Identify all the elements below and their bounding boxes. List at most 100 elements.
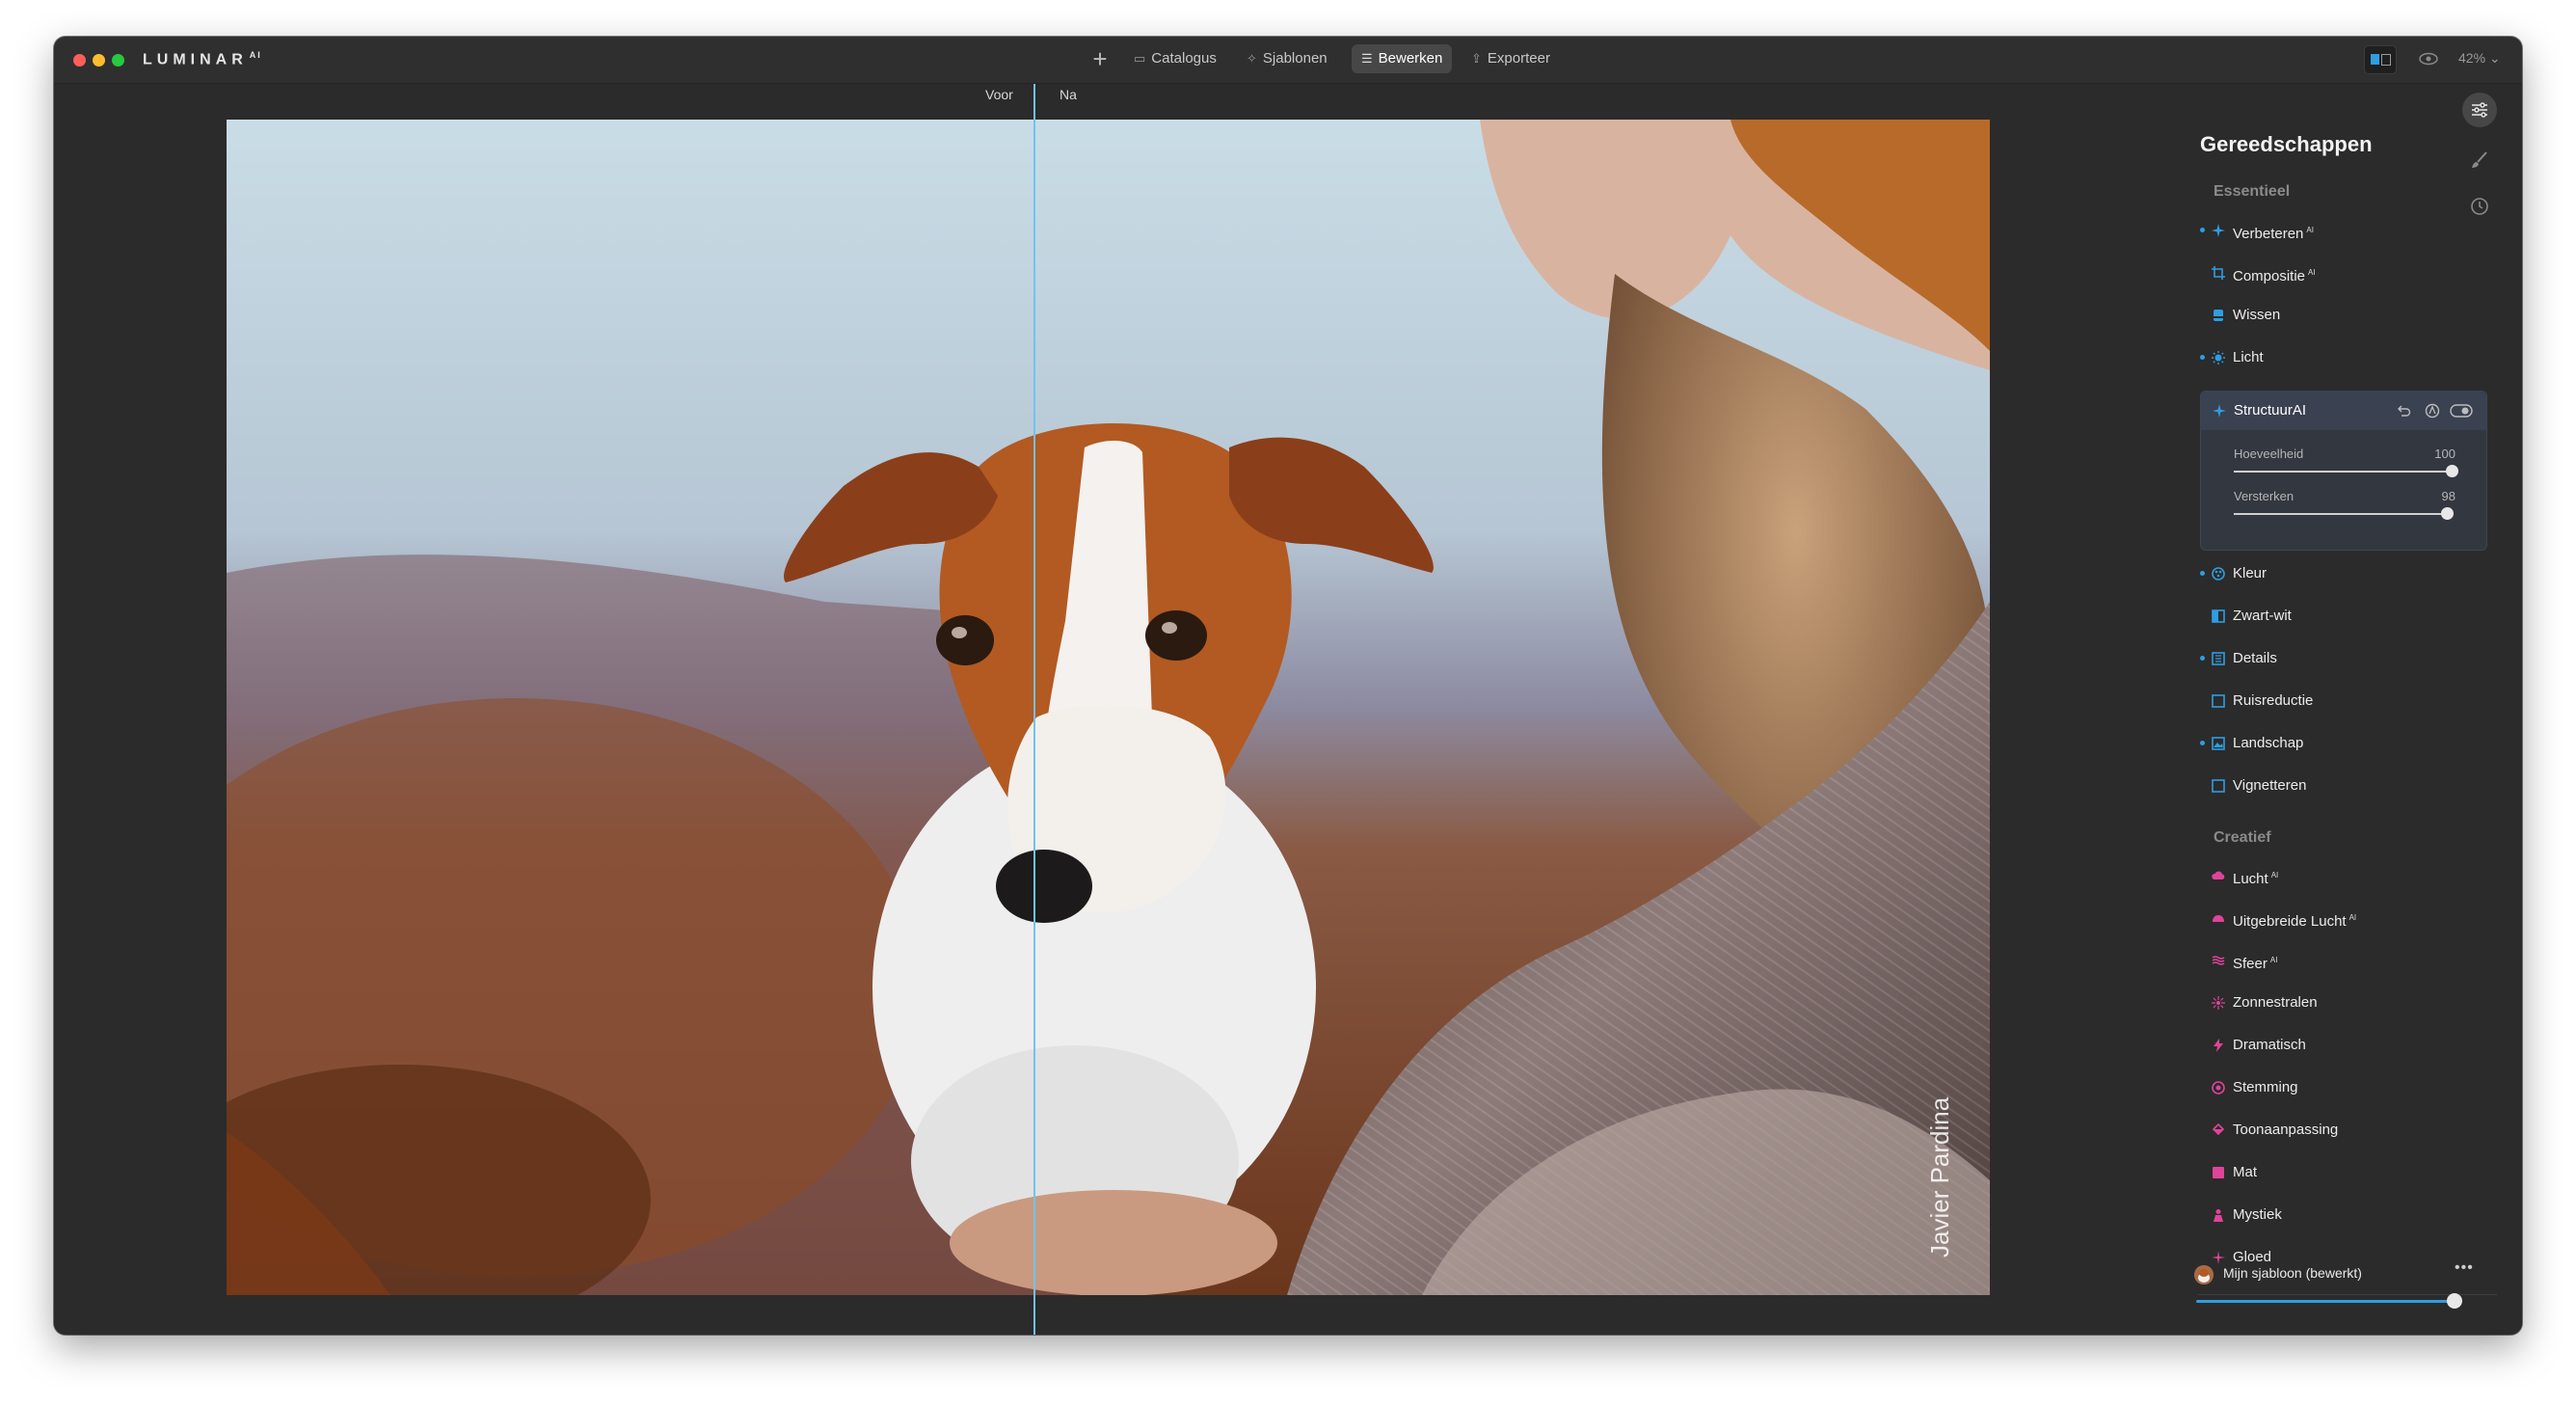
tool-label: Mystiek: [2233, 1206, 2282, 1223]
tool-verbeteren[interactable]: Verbeteren AI: [2200, 216, 2489, 245]
tool-compositie[interactable]: Compositie AI: [2200, 258, 2489, 287]
add-photos-button[interactable]: +: [1086, 44, 1114, 73]
tool-wissen[interactable]: Wissen: [2200, 301, 2489, 330]
tool-toonaanpassing[interactable]: Toonaanpassing: [2200, 1116, 2489, 1145]
tool-lucht[interactable]: Lucht AI: [2200, 861, 2489, 890]
auto-mask-icon[interactable]: [2425, 403, 2440, 419]
ai-badge: AI: [2269, 956, 2278, 964]
crop-icon: [2212, 266, 2225, 280]
photo-image: Javier Pardina: [227, 120, 1990, 1295]
sparkle-icon: ✧: [1247, 51, 1257, 66]
tab-label: Exporteer: [1487, 50, 1550, 67]
tool-label: Wissen: [2233, 307, 2281, 323]
tab-label: Bewerken: [1378, 50, 1443, 67]
minimize-window-button[interactable]: [93, 54, 105, 67]
tool-label: Compositie: [2233, 268, 2306, 284]
slider-knob[interactable]: [2446, 465, 2458, 477]
tool-label: Zwart-wit: [2233, 608, 2292, 624]
sliders-icon: ☰: [1361, 51, 1373, 66]
vignette-icon: [2212, 779, 2225, 793]
tools-panel-button[interactable]: [2462, 93, 2497, 127]
tool-stemming[interactable]: Stemming: [2200, 1073, 2489, 1102]
expand-dot: [2200, 656, 2205, 661]
ai-badge: AI: [2292, 402, 2307, 419]
tool-label: Details: [2233, 650, 2277, 666]
slider-versterken[interactable]: [2234, 507, 2455, 520]
zoom-window-button[interactable]: [112, 54, 124, 67]
local-masking-button[interactable]: [2462, 143, 2497, 177]
template-name: Mijn sjabloon (bewerkt): [2223, 1265, 2362, 1281]
slider-knob[interactable]: [2441, 507, 2455, 520]
tool-mystiek[interactable]: Mystiek: [2200, 1201, 2489, 1230]
tool-label: Sfeer: [2233, 956, 2267, 972]
tool-mat[interactable]: Mat: [2200, 1158, 2489, 1187]
tool-label: Licht: [2233, 349, 2264, 365]
tool-label: Lucht: [2233, 871, 2268, 887]
tool-label: Uitgebreide Lucht: [2233, 913, 2347, 930]
tool-dramatisch[interactable]: Dramatisch: [2200, 1031, 2489, 1060]
structure-icon: [2213, 404, 2226, 418]
tool-vignetteren[interactable]: Vignetteren: [2200, 771, 2489, 800]
eraser-icon: [2214, 310, 2223, 321]
tool-kleur[interactable]: Kleur: [2200, 559, 2489, 588]
tool-label: Vignetteren: [2233, 777, 2307, 794]
palette-icon: [2212, 567, 2225, 581]
before-after-divider[interactable]: [1033, 84, 1035, 1335]
bucket-icon: [2212, 1123, 2225, 1136]
section-essentieel: Essentieel: [2214, 183, 2291, 200]
waves-icon: [2212, 956, 2225, 965]
after-label: Na: [1060, 87, 1077, 102]
tool-structuur[interactable]: StructuurAI: [2201, 392, 2486, 430]
zoom-dropdown[interactable]: 42% ⌄: [2458, 50, 2501, 67]
tool-zonnestralen[interactable]: Zonnestralen: [2200, 988, 2489, 1017]
tool-label: Mat: [2233, 1164, 2258, 1180]
section-creatief: Creatief: [2214, 829, 2271, 846]
bolt-icon: [2214, 1039, 2223, 1052]
slider-hoeveelheid[interactable]: [2234, 465, 2458, 477]
tab-catalogus[interactable]: ▭ Catalogus: [1124, 44, 1226, 73]
tool-zwart-wit[interactable]: Zwart-wit: [2200, 602, 2489, 631]
slider-label-versterken: Versterken: [2234, 489, 2294, 503]
template-row[interactable]: Mijn sjabloon (bewerkt) •••: [2194, 1257, 2503, 1290]
mystic-icon: [2214, 1209, 2223, 1222]
history-button[interactable]: [2462, 189, 2497, 224]
tool-details[interactable]: Details: [2200, 644, 2489, 673]
tool-label: Kleur: [2233, 565, 2267, 581]
close-window-button[interactable]: [73, 54, 86, 67]
tool-landschap[interactable]: Landschap: [2200, 729, 2489, 758]
ai-badge: AI: [2308, 268, 2316, 277]
reset-icon[interactable]: [2396, 403, 2411, 419]
tool-label: Landschap: [2233, 735, 2304, 751]
eye-icon[interactable]: [2416, 46, 2441, 71]
photo-preview[interactable]: Javier Pardina: [227, 120, 1990, 1295]
template-more-button[interactable]: •••: [2455, 1259, 2474, 1277]
share-icon: ⇪: [1471, 51, 1482, 66]
noise-icon: [2212, 694, 2225, 708]
before-label: Voor: [985, 87, 1013, 102]
cloud-icon: [2212, 871, 2225, 879]
tool-label: Zonnestralen: [2233, 994, 2318, 1011]
sun-icon: [2212, 351, 2225, 365]
folder-icon: ▭: [1134, 51, 1146, 66]
tab-exporteer[interactable]: ⇪ Exporteer: [1462, 44, 1560, 73]
bw-icon: [2212, 609, 2225, 623]
tool-licht[interactable]: Licht: [2200, 343, 2489, 372]
slider-label-hoeveelheid: Hoeveelheid: [2234, 446, 2304, 461]
sparkle-icon: [2212, 224, 2225, 237]
tool-label: Dramatisch: [2233, 1037, 2306, 1053]
before-after-toggle[interactable]: [2364, 45, 2397, 74]
visibility-toggle-icon[interactable]: [2450, 403, 2473, 419]
divider: [2198, 1294, 2497, 1295]
tools-panel: Gereedschappen Essentieel Verbeteren AI C…: [2175, 84, 2522, 1335]
brush-icon: [2472, 151, 2487, 168]
tab-bewerken[interactable]: ☰ Bewerken: [1352, 44, 1453, 73]
tool-uitgebreide-lucht[interactable]: Uitgebreide Lucht AI: [2200, 904, 2489, 933]
tool-sfeer[interactable]: Sfeer AI: [2200, 946, 2489, 975]
cloud-plus-icon: [2213, 915, 2224, 922]
tool-label: Toonaanpassing: [2233, 1122, 2339, 1138]
clock-icon: [2471, 198, 2488, 215]
tab-sjablonen[interactable]: ✧ Sjablonen: [1237, 44, 1337, 73]
ai-badge: AI: [2348, 913, 2357, 922]
tool-ruisreductie[interactable]: Ruisreductie: [2200, 687, 2489, 716]
landscape-icon: [2212, 737, 2225, 750]
